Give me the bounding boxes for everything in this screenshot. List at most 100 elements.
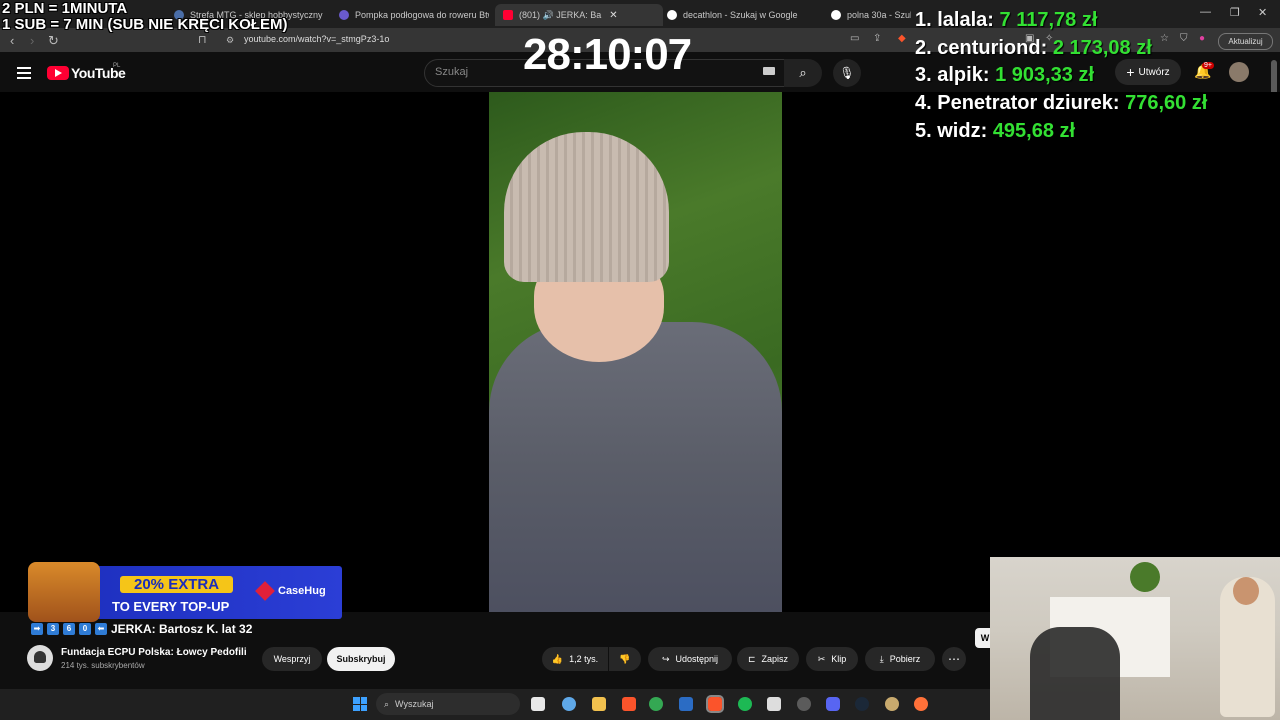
webcam-plant: [1130, 562, 1160, 592]
ad-headline: 20% EXTRA: [120, 576, 234, 593]
search-icon: ⌕: [799, 65, 807, 80]
channel-avatar[interactable]: [27, 645, 53, 671]
task-view-icon[interactable]: [531, 697, 545, 711]
mic-icon: 🎙: [839, 66, 855, 80]
star-icon[interactable]: ☆: [1160, 33, 1169, 44]
google-favicon-icon: [667, 10, 677, 20]
video-title-text: JERKA: Bartosz K. lat 32: [111, 622, 253, 636]
firefox-icon[interactable]: [914, 697, 928, 711]
webcam-chair: [1030, 627, 1120, 720]
overlay-sub-line: 1 SUB = 7 MIN (SUB NIE KRĘCI KOŁEM): [2, 16, 288, 33]
discord-icon[interactable]: [826, 697, 840, 711]
share-icon: ↪: [661, 653, 670, 664]
plus-icon: +: [1126, 64, 1135, 80]
file-explorer-icon[interactable]: [592, 697, 606, 711]
dislike-button[interactable]: 👎: [609, 647, 641, 671]
tab-favicon-icon: [339, 10, 349, 20]
notification-badge: 9+: [1202, 62, 1214, 69]
video-subject-jacket: [489, 322, 782, 612]
video-frame: [489, 92, 782, 612]
share-page-icon[interactable]: ⇪: [873, 33, 881, 44]
brand-logo-icon: [255, 581, 275, 601]
keycap: 0: [79, 623, 91, 635]
support-button[interactable]: Wesprzyj: [262, 647, 322, 671]
channel-name[interactable]: Fundacja ECPU Polska: Łowcy Pedofili: [61, 647, 247, 658]
voice-search-button[interactable]: 🎙: [833, 59, 861, 87]
bookmark-icon[interactable]: ⊓: [198, 33, 207, 46]
maximize-icon[interactable]: ❐: [1230, 6, 1240, 19]
arrow-left-icon: ⬅: [95, 623, 107, 635]
leaderboard-entry: 1. lalala: 7 117,78 zł: [915, 9, 1098, 31]
copilot-icon[interactable]: [562, 697, 576, 711]
google-favicon-icon: [831, 10, 841, 20]
url-text[interactable]: youtube.com/watch?v=_stmgPz3-1o: [244, 34, 389, 44]
league-icon[interactable]: [885, 697, 899, 711]
channel-subscriber-count: 214 tys. subskrybentów: [61, 661, 145, 670]
windows-start-icon[interactable]: [353, 697, 367, 711]
taskbar-search-placeholder: Wyszukaj: [395, 699, 434, 709]
back-icon[interactable]: ‹: [10, 33, 14, 48]
tab-label: Pompka podłogowa do roweru Btwin: [355, 10, 489, 20]
download-icon: ⤓: [879, 653, 884, 664]
wallet-icon[interactable]: ●: [1199, 33, 1205, 44]
tab-label: decathlon - Szukaj w Google: [683, 10, 798, 20]
share-label: Udostępnij: [675, 654, 719, 664]
brave-shield-icon[interactable]: ◆: [898, 33, 906, 44]
forward-icon[interactable]: ›: [30, 33, 34, 48]
leaderboard-entry: 4. Penetrator dziurek: 776,60 zł: [915, 92, 1208, 114]
video-subject-hat: [504, 132, 669, 282]
overlay-rate-line: 2 PLN = 1MINUTA: [2, 0, 128, 17]
store-icon[interactable]: [679, 697, 693, 711]
share-button[interactable]: ↪ Udostępnij: [648, 647, 732, 671]
spotify-icon[interactable]: [738, 697, 752, 711]
search-button[interactable]: ⌕: [784, 59, 822, 87]
brave-active-icon[interactable]: [706, 695, 724, 713]
menu-icon[interactable]: [17, 67, 31, 82]
thumbs-down-icon: 👎: [619, 653, 631, 664]
update-button[interactable]: Aktualizuj: [1218, 33, 1273, 50]
avatar[interactable]: [1229, 62, 1249, 82]
leaderboard-entry: 2. centuriond: 2 173,08 zł: [915, 37, 1152, 59]
search-icon: ⌕: [384, 698, 390, 709]
keyboard-icon[interactable]: [763, 67, 775, 75]
minimize-icon[interactable]: —: [1200, 6, 1211, 18]
video-title: ➡ 3 6 0 ⬅ JERKA: Bartosz K. lat 32: [31, 622, 252, 636]
obs-icon[interactable]: [797, 697, 811, 711]
chrome-icon[interactable]: [649, 697, 663, 711]
steam-icon[interactable]: [855, 697, 869, 711]
tab-decathlon[interactable]: decathlon - Szukaj w Google: [667, 4, 817, 26]
arrow-right-icon: ➡: [31, 623, 43, 635]
clip-button[interactable]: ✂ Klip: [806, 647, 858, 671]
create-label: Utwórz: [1138, 66, 1170, 78]
app-icon[interactable]: [767, 697, 781, 711]
keycap: 3: [47, 623, 59, 635]
youtube-logo-icon[interactable]: [47, 66, 69, 80]
create-button[interactable]: + Utwórz: [1115, 59, 1181, 85]
cast-icon[interactable]: ▭: [850, 33, 859, 44]
tab-pompka[interactable]: Pompka podłogowa do roweru Btwin: [339, 4, 489, 26]
tab-polna[interactable]: polna 30a - Szukaj w Google: [831, 4, 911, 26]
download-button[interactable]: ⤓ Pobierz: [865, 647, 935, 671]
ad-banner[interactable]: 20% EXTRA TO EVERY TOP-UP CaseHug: [28, 562, 342, 622]
brave-browser-icon[interactable]: [622, 697, 636, 711]
save-label: Zapisz: [761, 654, 789, 664]
like-count: 1,2 tys.: [569, 654, 599, 664]
close-window-icon[interactable]: ✕: [1258, 6, 1267, 19]
more-options-icon[interactable]: ⋯: [942, 647, 966, 671]
country-code: PL: [113, 63, 121, 69]
save-button[interactable]: ⊏ Zapisz: [737, 647, 799, 671]
download-label: Pobierz: [889, 654, 921, 664]
like-button[interactable]: 👍 1,2 tys.: [542, 647, 608, 671]
taskbar-search-input[interactable]: ⌕ Wyszukaj: [376, 693, 520, 715]
close-tab-icon[interactable]: ✕: [609, 10, 617, 21]
ad-subline: TO EVERY TOP-UP: [112, 599, 230, 614]
reload-icon[interactable]: ↻: [48, 33, 59, 49]
leaderboard-entry: 5. widz: 495,68 zł: [915, 120, 1076, 142]
subscribe-button[interactable]: Subskrybuj: [327, 647, 395, 671]
search-placeholder: Szukaj: [435, 66, 469, 78]
tab-label: (801) 🔊 JERKA: Ba: [519, 9, 602, 20]
webcam-overlay: [990, 557, 1280, 720]
site-info-icon[interactable]: ⚙: [226, 35, 234, 46]
tab-jerka-active[interactable]: (801) 🔊 JERKA: Ba ✕: [495, 4, 663, 26]
shield-icon[interactable]: ⛉: [1180, 33, 1188, 44]
